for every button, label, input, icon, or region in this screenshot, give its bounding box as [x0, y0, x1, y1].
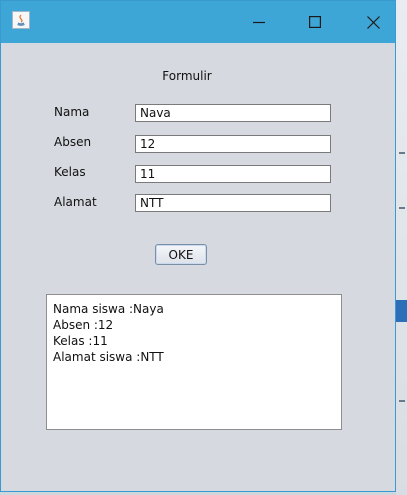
maximize-button[interactable] — [287, 1, 343, 43]
absen-label: Absen — [54, 135, 92, 149]
oke-button[interactable]: OKE — [155, 244, 207, 265]
output-line-alamat: Alamat siswa :NTT — [53, 350, 164, 364]
nama-input[interactable] — [135, 104, 331, 122]
absen-input[interactable] — [135, 135, 331, 153]
background-window-edge — [396, 0, 407, 495]
title-bar[interactable] — [1, 1, 395, 43]
background-blue-block — [396, 300, 407, 322]
background-mark — [399, 152, 405, 154]
background-mark — [399, 400, 405, 402]
maximize-icon — [309, 16, 321, 28]
app-window: Formulir Nama Absen Kelas Alamat OKE Nam… — [0, 0, 396, 492]
background-mark — [399, 207, 405, 209]
minimize-icon — [253, 21, 265, 24]
kelas-input[interactable] — [135, 165, 331, 183]
java-app-icon[interactable] — [12, 11, 30, 29]
alamat-input[interactable] — [135, 194, 331, 212]
form-panel: Formulir Nama Absen Kelas Alamat OKE Nam… — [1, 43, 395, 491]
kelas-label: Kelas — [54, 165, 86, 179]
form-title: Formulir — [162, 69, 212, 83]
output-line-nama: Nama siswa :Naya — [53, 302, 164, 316]
close-button[interactable] — [345, 1, 401, 43]
minimize-button[interactable] — [231, 1, 287, 43]
alamat-label: Alamat — [54, 195, 97, 209]
output-line-kelas: Kelas :11 — [53, 334, 108, 348]
nama-label: Nama — [54, 105, 90, 119]
output-line-absen: Absen :12 — [53, 318, 114, 332]
close-icon — [366, 15, 380, 29]
output-textarea[interactable]: Nama siswa :Naya Absen :12 Kelas :11 Ala… — [46, 294, 342, 430]
